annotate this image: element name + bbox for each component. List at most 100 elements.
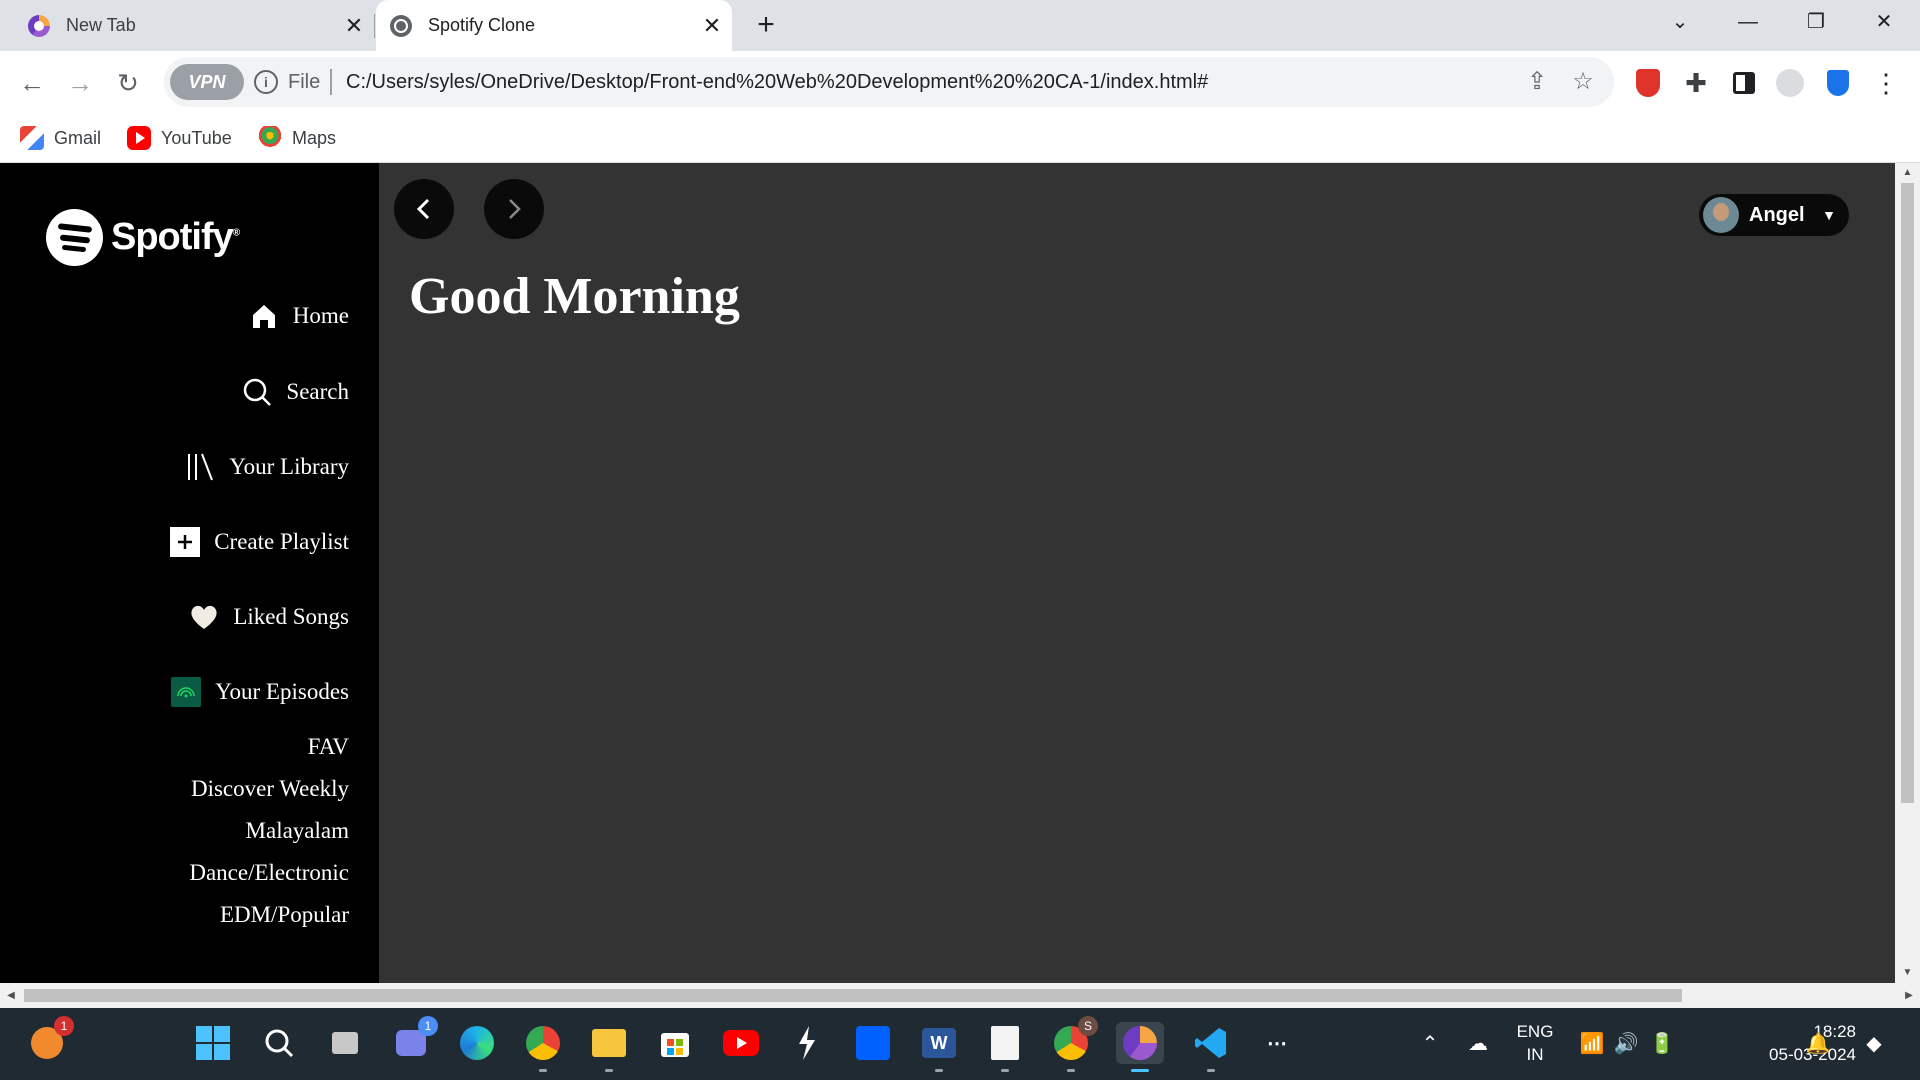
edge-icon[interactable] xyxy=(456,1022,498,1064)
share-icon[interactable]: ⇪ xyxy=(1522,67,1552,97)
windows-taskbar: 1 1 W S ⋯ ⌃ ☁ ENG IN 📶 🔊 🔋 18:28 05-03-2… xyxy=(0,1008,1920,1080)
chevron-left-icon xyxy=(416,198,430,220)
word-icon[interactable]: W xyxy=(918,1022,960,1072)
bookmarks-bar: Gmail YouTube Maps xyxy=(0,114,1920,163)
microsoft-store-icon[interactable] xyxy=(654,1022,696,1064)
tab-new-tab[interactable]: New Tab ✕ xyxy=(0,0,374,51)
vscode-icon[interactable] xyxy=(1190,1022,1232,1072)
copilot-icon[interactable]: ◆ xyxy=(1860,1030,1888,1058)
bookmark-maps[interactable]: Maps xyxy=(258,124,336,152)
side-panel-icon[interactable] xyxy=(1724,63,1764,103)
minimize-button[interactable]: — xyxy=(1718,0,1778,44)
teams-badge: 1 xyxy=(418,1016,438,1036)
youtube-app-icon[interactable] xyxy=(720,1022,762,1064)
vertical-scrollbar[interactable]: ▲ ▼ xyxy=(1895,163,1920,983)
extensions-puzzle-icon[interactable]: ✚ xyxy=(1676,63,1716,103)
playlist-item[interactable]: Malayalam xyxy=(246,818,349,844)
episodes-icon xyxy=(171,677,202,707)
chrome-icon[interactable]: S xyxy=(1050,1016,1098,1072)
language-code[interactable]: ENG xyxy=(1510,1022,1560,1042)
chevron-right-icon xyxy=(509,199,521,219)
browser-toolbar: ← → ↻ VPN i File C:/Users/syles/OneDrive… xyxy=(0,51,1920,114)
lightning-app-icon[interactable] xyxy=(786,1022,828,1064)
scheme-label: File xyxy=(288,71,321,93)
file-explorer-icon[interactable] xyxy=(588,1022,630,1072)
browser-menu-icon[interactable]: ⋮ xyxy=(1866,63,1906,103)
info-icon[interactable]: i xyxy=(254,70,278,94)
nav-your-library[interactable]: Your Library xyxy=(185,447,349,487)
maps-icon xyxy=(258,126,282,150)
browser-app-icon[interactable] xyxy=(1116,1022,1164,1072)
tab-title: New Tab xyxy=(66,15,136,35)
playlist-item[interactable]: EDM/Popular xyxy=(220,902,349,928)
address-bar[interactable]: VPN i File C:/Users/syles/OneDrive/Deskt… xyxy=(164,57,1614,107)
page-forward-button[interactable] xyxy=(484,179,544,239)
scroll-left-icon[interactable]: ◀ xyxy=(0,983,22,1008)
nav-label: Home xyxy=(292,303,349,328)
scroll-down-icon[interactable]: ▼ xyxy=(1895,963,1920,983)
bookmark-gmail[interactable]: Gmail xyxy=(20,124,101,152)
windows-start-icon[interactable] xyxy=(192,1022,234,1064)
task-view-icon[interactable] xyxy=(324,1022,366,1064)
nav-label: Liked Songs xyxy=(233,604,349,629)
url-text[interactable]: C:/Users/syles/OneDrive/Desktop/Front-en… xyxy=(346,71,1208,94)
close-icon[interactable]: ✕ xyxy=(692,13,732,39)
dropbox-icon[interactable] xyxy=(852,1022,894,1064)
more-apps-icon[interactable]: ⋯ xyxy=(1256,1022,1298,1064)
profile-icon[interactable] xyxy=(1770,63,1810,103)
document-app-icon[interactable] xyxy=(984,1022,1026,1072)
spotify-logo[interactable]: Spotify® xyxy=(46,209,240,266)
bookmark-star-icon[interactable]: ☆ xyxy=(1568,67,1598,97)
heart-icon xyxy=(189,602,219,632)
teams-icon[interactable]: 1 xyxy=(390,1016,438,1064)
vpn-badge[interactable]: VPN xyxy=(170,64,244,100)
page-back-button[interactable] xyxy=(394,179,454,239)
onedrive-icon[interactable]: ☁ xyxy=(1464,1030,1492,1058)
bell-icon[interactable]: 🔔 xyxy=(1804,1030,1832,1058)
new-tab-button[interactable]: + xyxy=(748,8,784,44)
shield-check-icon[interactable] xyxy=(1818,63,1858,103)
horizontal-scroll-thumb[interactable] xyxy=(24,989,1682,1002)
tab-spotify-clone[interactable]: Spotify Clone ✕ xyxy=(376,0,732,51)
nav-your-episodes[interactable]: Your Episodes xyxy=(171,672,349,712)
bookmark-youtube[interactable]: YouTube xyxy=(127,124,232,152)
vertical-scroll-thumb[interactable] xyxy=(1901,183,1914,803)
caret-down-icon: ▼ xyxy=(1822,207,1836,223)
horizontal-scrollbar[interactable]: ◀ ▶ xyxy=(0,983,1920,1008)
scroll-up-icon[interactable]: ▲ xyxy=(1895,163,1920,183)
playlist-item[interactable]: Discover Weekly xyxy=(191,776,349,802)
nav-home[interactable]: Home xyxy=(249,296,349,336)
back-button[interactable]: ← xyxy=(12,63,52,103)
chrome-badge: S xyxy=(1078,1016,1098,1036)
ublock-icon[interactable] xyxy=(1628,63,1668,103)
language-region[interactable]: IN xyxy=(1510,1045,1560,1065)
nav-label: Your Library xyxy=(229,454,349,479)
chevron-up-icon[interactable]: ⌃ xyxy=(1416,1030,1444,1058)
nav-search[interactable]: Search xyxy=(242,372,349,412)
nav-liked-songs[interactable]: Liked Songs xyxy=(189,597,349,637)
bookmark-label: Gmail xyxy=(54,127,102,148)
nav-label: Search xyxy=(286,379,349,404)
close-window-button[interactable]: ✕ xyxy=(1854,0,1914,44)
scroll-right-icon[interactable]: ▶ xyxy=(1898,983,1920,1008)
volume-icon[interactable]: 🔊 xyxy=(1612,1030,1640,1058)
avatar xyxy=(1703,197,1739,233)
playlist-item[interactable]: Dance/Electronic xyxy=(189,860,349,886)
playlist-item[interactable]: FAV xyxy=(308,734,349,760)
home-icon xyxy=(249,301,279,331)
plus-icon xyxy=(170,527,201,557)
tab-search-chevron-icon[interactable]: ⌄ xyxy=(1650,0,1710,44)
reload-button[interactable]: ↻ xyxy=(108,63,148,103)
forward-button[interactable]: → xyxy=(60,63,100,103)
restore-button[interactable]: ❐ xyxy=(1786,0,1846,44)
battery-icon[interactable]: 🔋 xyxy=(1648,1030,1676,1058)
wifi-icon[interactable]: 📶 xyxy=(1578,1030,1606,1058)
taskbar-search-icon[interactable] xyxy=(258,1022,300,1064)
weather-widget-icon[interactable]: 1 xyxy=(26,1016,74,1064)
bookmark-label: Maps xyxy=(292,127,337,148)
chrome-profile-icon[interactable] xyxy=(522,1022,564,1072)
logo-text: Spotify® xyxy=(111,216,240,258)
close-icon[interactable]: ✕ xyxy=(334,13,374,39)
user-menu-button[interactable]: Angel ▼ xyxy=(1699,194,1849,236)
nav-create-playlist[interactable]: Create Playlist xyxy=(170,522,349,562)
